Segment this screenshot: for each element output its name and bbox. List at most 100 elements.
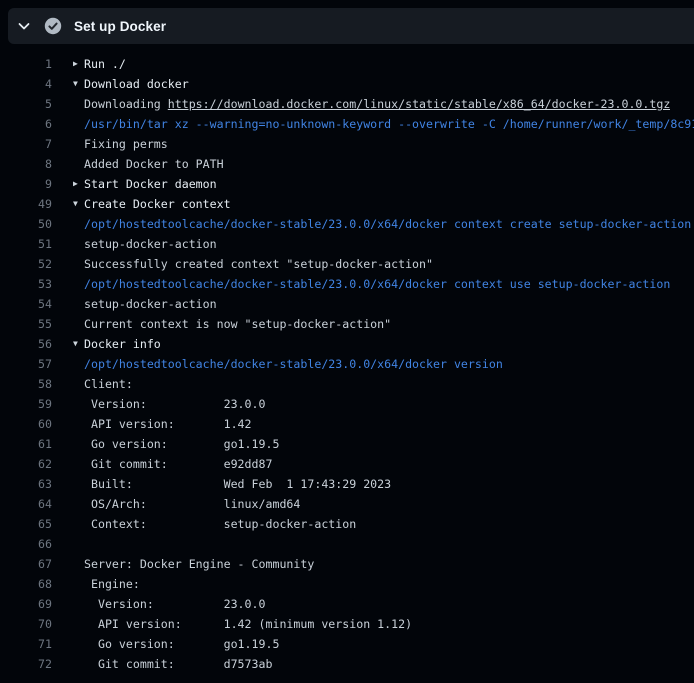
gutter <box>52 134 84 154</box>
log-text: Run ./ <box>84 54 126 74</box>
log-line: 68 Engine: <box>0 574 694 594</box>
line-number[interactable]: 67 <box>0 554 52 574</box>
gutter <box>52 454 84 474</box>
log-line: 65 Context: setup-docker-action <box>0 514 694 534</box>
line-number[interactable]: 1 <box>0 54 52 74</box>
log-line: 51 setup-docker-action <box>0 234 694 254</box>
log-text: Built: Wed Feb 1 17:43:29 2023 <box>84 474 391 494</box>
log-text: Start Docker daemon <box>84 174 217 194</box>
line-number[interactable]: 51 <box>0 234 52 254</box>
line-number[interactable]: 9 <box>0 174 52 194</box>
gutter <box>52 274 84 294</box>
log-line: 69 Version: 23.0.0 <box>0 594 694 614</box>
log-group-header[interactable]: 9▶Start Docker daemon <box>0 174 694 194</box>
log-line: 57/opt/hostedtoolcache/docker-stable/23.… <box>0 354 694 374</box>
log-text: Server: Docker Engine - Community <box>84 554 314 574</box>
line-number[interactable]: 72 <box>0 654 52 674</box>
step-title: Set up Docker <box>74 19 166 34</box>
triangle-right-icon[interactable]: ▶ <box>52 174 84 194</box>
gutter <box>52 634 84 654</box>
gutter <box>52 414 84 434</box>
line-number[interactable]: 54 <box>0 294 52 314</box>
gutter <box>52 574 84 594</box>
line-number[interactable]: 64 <box>0 494 52 514</box>
log-text: Docker info <box>84 334 161 354</box>
line-number[interactable]: 55 <box>0 314 52 334</box>
check-circle-icon <box>44 17 62 35</box>
log-text: Version: 23.0.0 <box>84 594 265 614</box>
log-text: Go version: go1.19.5 <box>84 434 279 454</box>
triangle-right-icon[interactable]: ▶ <box>52 54 84 74</box>
line-number[interactable]: 65 <box>0 514 52 534</box>
line-number[interactable]: 52 <box>0 254 52 274</box>
chevron-down-icon[interactable] <box>16 18 32 34</box>
gutter <box>52 314 84 334</box>
gutter <box>52 94 84 114</box>
log-text: setup-docker-action <box>84 294 217 314</box>
log-line: 71 Go version: go1.19.5 <box>0 634 694 654</box>
log-line: 52 Successfully created context "setup-do… <box>0 254 694 274</box>
gutter <box>52 394 84 414</box>
log-text: Download docker <box>84 74 189 94</box>
gutter <box>52 554 84 574</box>
triangle-down-icon[interactable]: ▼ <box>52 334 84 354</box>
log-line: 7Fixing perms <box>0 134 694 154</box>
gutter <box>52 654 84 674</box>
triangle-down-icon[interactable]: ▼ <box>52 194 84 214</box>
line-number[interactable]: 56 <box>0 334 52 354</box>
line-number[interactable]: 58 <box>0 374 52 394</box>
line-number[interactable]: 4 <box>0 74 52 94</box>
log-group-header[interactable]: 49▼Create Docker context <box>0 194 694 214</box>
log-text: Downloading <box>84 97 168 111</box>
log-text: Create Docker context <box>84 194 231 214</box>
line-number[interactable]: 59 <box>0 394 52 414</box>
log-group-header[interactable]: 4▼Download docker <box>0 74 694 94</box>
log-text: Successfully created context "setup-dock… <box>84 254 433 274</box>
log-text: Current context is now "setup-docker-act… <box>84 314 391 334</box>
gutter <box>52 154 84 174</box>
log-text: Git commit: d7573ab <box>84 654 272 674</box>
log-line: 64 OS/Arch: linux/amd64 <box>0 494 694 514</box>
line-number[interactable]: 63 <box>0 474 52 494</box>
log-text: API version: 1.42 <box>84 414 252 434</box>
line-number[interactable]: 71 <box>0 634 52 654</box>
log-line: 8Added Docker to PATH <box>0 154 694 174</box>
log-text: Git commit: e92dd87 <box>84 454 272 474</box>
gutter <box>52 614 84 634</box>
line-number[interactable]: 57 <box>0 354 52 374</box>
log-line: 58Client: <box>0 374 694 394</box>
line-number[interactable]: 69 <box>0 594 52 614</box>
line-number[interactable]: 60 <box>0 414 52 434</box>
log-group-header[interactable]: 1▶Run ./ <box>0 54 694 74</box>
log-line: 67 Server: Docker Engine - Community <box>0 554 694 574</box>
log-text: OS/Arch: linux/amd64 <box>84 494 300 514</box>
line-number[interactable]: 8 <box>0 154 52 174</box>
step-header[interactable]: Set up Docker <box>8 8 694 44</box>
line-number[interactable]: 62 <box>0 454 52 474</box>
triangle-down-icon[interactable]: ▼ <box>52 74 84 94</box>
line-number[interactable]: 49 <box>0 194 52 214</box>
line-number[interactable]: 70 <box>0 614 52 634</box>
line-number[interactable]: 68 <box>0 574 52 594</box>
line-number[interactable]: 7 <box>0 134 52 154</box>
log-group-header[interactable]: 56▼Docker info <box>0 334 694 354</box>
log-line: 6/usr/bin/tar xz --warning=no-unknown-ke… <box>0 114 694 134</box>
line-number[interactable]: 61 <box>0 434 52 454</box>
log-text: Engine: <box>84 574 140 594</box>
download-url-link[interactable]: https://download.docker.com/linux/static… <box>168 97 671 111</box>
log-line: 54 setup-docker-action <box>0 294 694 314</box>
log-line: 59 Version: 23.0.0 <box>0 394 694 414</box>
log-line: 5 Downloading https://download.docker.com… <box>0 94 694 114</box>
log-line: 70 API version: 1.42 (minimum version 1.… <box>0 614 694 634</box>
line-number[interactable]: 50 <box>0 214 52 234</box>
log-command-text: /opt/hostedtoolcache/docker-stable/23.0.… <box>84 354 503 374</box>
line-number[interactable]: 66 <box>0 534 52 554</box>
log-line: 50/opt/hostedtoolcache/docker-stable/23.… <box>0 214 694 234</box>
line-number[interactable]: 5 <box>0 94 52 114</box>
gutter <box>52 214 84 234</box>
line-number[interactable]: 6 <box>0 114 52 134</box>
log-text: Downloading https://download.docker.com/… <box>84 94 670 114</box>
log-text: setup-docker-action <box>84 234 217 254</box>
gutter <box>52 114 84 134</box>
line-number[interactable]: 53 <box>0 274 52 294</box>
